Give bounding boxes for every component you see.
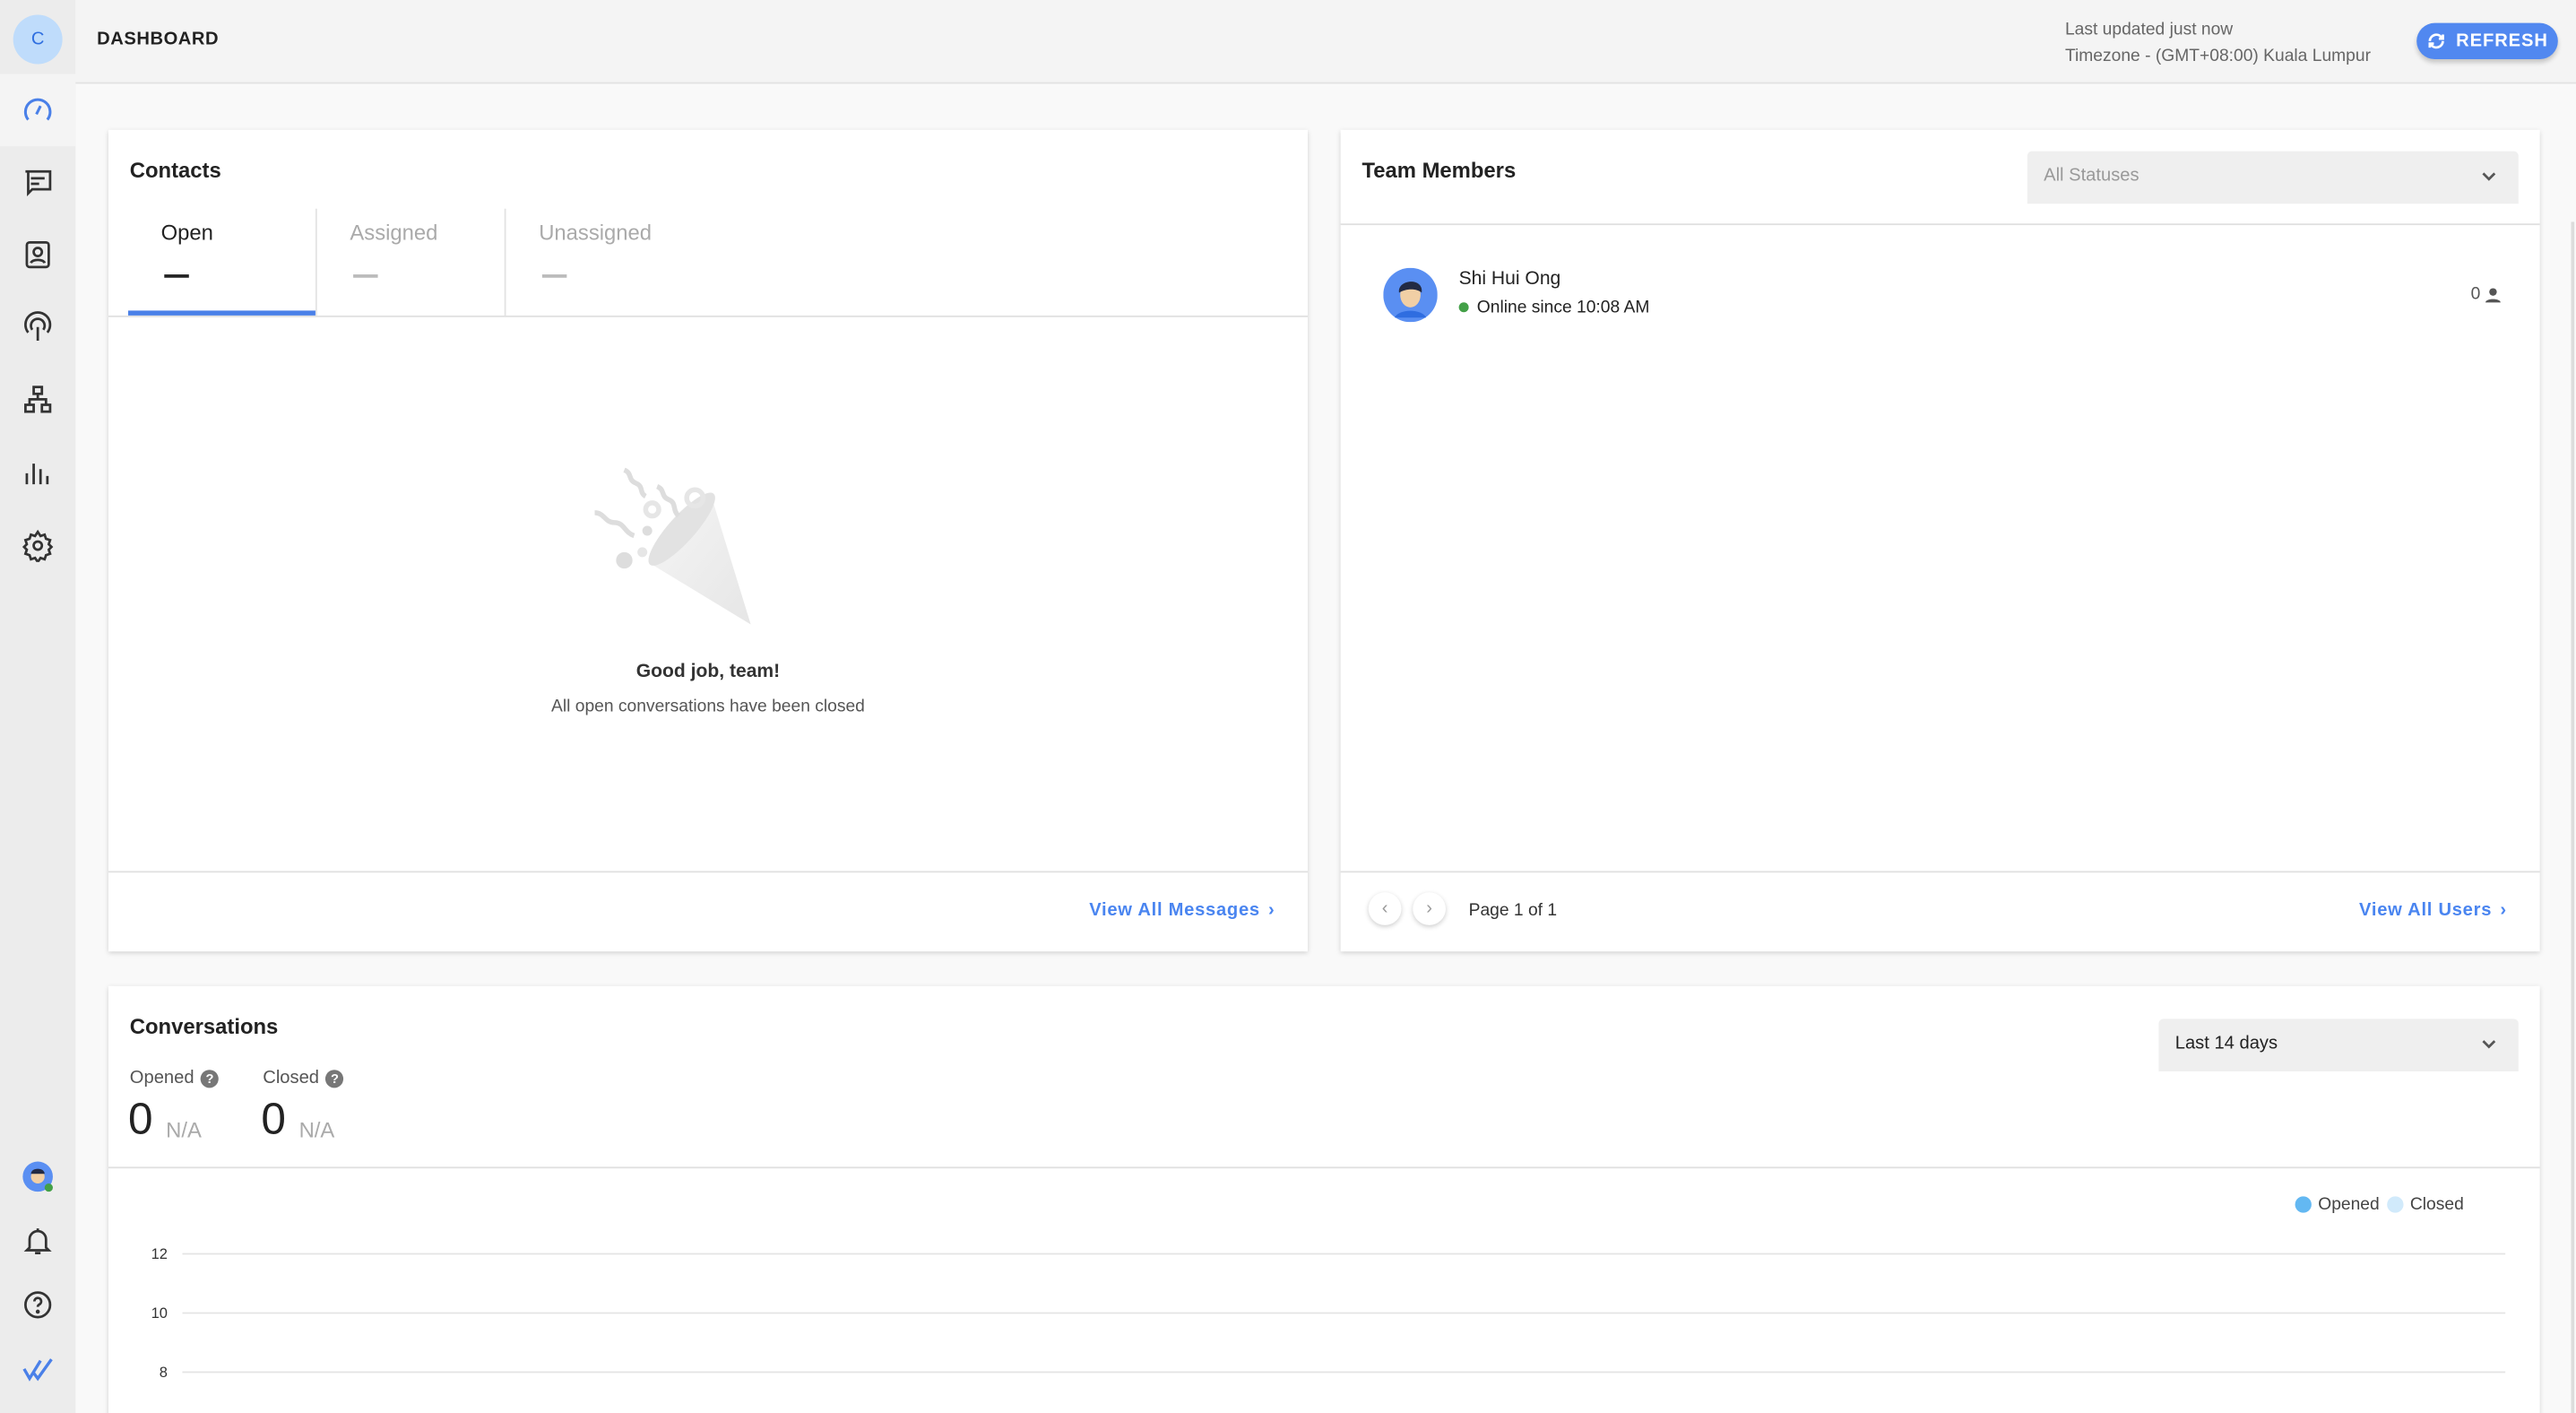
date-range-select[interactable]: Last 14 days: [2158, 1019, 2519, 1072]
workspace-logo[interactable]: C: [13, 14, 63, 65]
tab-unassigned[interactable]: Unassigned: [506, 209, 694, 316]
refresh-label: REFRESH: [2456, 30, 2548, 51]
question-icon[interactable]: ?: [200, 1069, 220, 1088]
legend-label: Opened: [2318, 1194, 2380, 1215]
chevron-left-icon: ‹: [1381, 898, 1388, 919]
last-updated-text: Last updated just now: [2064, 19, 2234, 39]
chevron-right-icon: ›: [1426, 898, 1432, 919]
divider: [108, 871, 1308, 873]
divider: [1340, 871, 2540, 873]
tab-assigned[interactable]: Assigned: [317, 208, 506, 316]
team-member-row[interactable]: Shi Hui Ong Online since 10:08 AM 0: [1341, 261, 2540, 330]
tab-label: Assigned: [350, 220, 438, 246]
contacts-icon[interactable]: [18, 235, 57, 274]
chevron-right-icon: ›: [2500, 900, 2507, 921]
chevron-right-icon: ›: [1268, 900, 1275, 921]
team-members-card: Team Members All Statuses Shi Hui Ong On…: [1340, 129, 2540, 952]
view-all-messages-link[interactable]: View All Messages ›: [1089, 900, 1275, 920]
workflow-icon[interactable]: [18, 379, 57, 419]
closed-stat-label: Closed?: [263, 1068, 344, 1088]
messages-icon[interactable]: [18, 162, 57, 202]
member-status: Online since 10:08 AM: [1458, 297, 1650, 317]
tab-label: Unassigned: [539, 220, 653, 246]
divider: [1340, 223, 2540, 226]
contacts-title: Contacts: [129, 157, 221, 183]
y-tick-label: 10: [151, 1305, 168, 1322]
party-popper-illustration: [594, 467, 751, 625]
timezone-text: Timezone - (GMT+08:00) Kuala Lumpur: [2064, 46, 2371, 66]
update-info: Last updated just now Timezone - (GMT+08…: [2065, 16, 2371, 69]
broadcast-icon[interactable]: [18, 308, 57, 347]
page-title: DASHBOARD: [97, 29, 220, 49]
tab-label: Open: [160, 220, 213, 246]
divider: [108, 1166, 2540, 1169]
status-filter-select[interactable]: All Statuses: [2027, 151, 2519, 204]
opened-stat-label: Opened?: [129, 1068, 220, 1088]
dashboard-icon[interactable]: [18, 91, 57, 130]
empty-text: All open conversations have been closed: [551, 697, 865, 717]
closed-value: 0: [261, 1094, 286, 1144]
y-tick-label: 8: [160, 1365, 168, 1381]
legend-label: Closed: [2409, 1194, 2464, 1215]
prev-page-button[interactable]: ‹: [1368, 892, 1402, 925]
legend-swatch: [2295, 1196, 2312, 1213]
workspace-letter: C: [30, 29, 45, 49]
divider: [108, 315, 1308, 317]
tab-count-placeholder: [164, 274, 189, 278]
tab-open[interactable]: Open: [127, 208, 317, 316]
link-label: View All Messages: [1089, 900, 1260, 921]
page-indicator: Page 1 of 1: [1468, 900, 1558, 921]
top-header: DASHBOARD Last updated just now Timezone…: [75, 0, 2576, 84]
question-icon[interactable]: ?: [325, 1069, 344, 1088]
y-tick-label: 12: [151, 1246, 168, 1262]
user-avatar[interactable]: [18, 1157, 57, 1196]
conversations-chart: 12 10 8: [151, 1246, 2506, 1381]
closed-change: N/A: [298, 1117, 335, 1142]
legend-closed[interactable]: Closed: [2387, 1195, 2464, 1215]
chevron-down-icon: [2482, 172, 2496, 181]
person-icon: [2485, 287, 2501, 302]
member-avatar: [1383, 267, 1438, 323]
assigned-count: 0: [2471, 284, 2503, 304]
reports-icon[interactable]: [18, 454, 57, 493]
legend-swatch: [2387, 1196, 2404, 1213]
refresh-button[interactable]: REFRESH: [2416, 22, 2558, 59]
tab-count-placeholder: [541, 274, 567, 278]
contacts-card: Contacts Open Assigned Unassigned Good j…: [108, 129, 1308, 952]
conversations-card: Conversations Last 14 days Opened? 0 N/A…: [108, 985, 2540, 1413]
opened-value: 0: [127, 1094, 153, 1144]
team-title: Team Members: [1361, 157, 1517, 183]
chevron-down-icon: [2482, 1040, 2496, 1049]
bell-icon[interactable]: [18, 1221, 57, 1261]
status-text: Online since 10:08 AM: [1476, 297, 1650, 317]
member-name: Shi Hui Ong: [1458, 269, 1561, 290]
empty-title: Good job, team!: [635, 662, 781, 682]
count-value: 0: [2470, 284, 2481, 305]
settings-icon[interactable]: [18, 526, 57, 566]
tab-count-placeholder: [353, 274, 378, 278]
select-value: All Statuses: [2044, 166, 2139, 186]
link-label: View All Users: [2359, 900, 2493, 921]
conversations-title: Conversations: [129, 1013, 279, 1039]
legend-opened[interactable]: Opened: [2295, 1195, 2380, 1215]
opened-change: N/A: [166, 1117, 202, 1142]
help-icon[interactable]: [18, 1285, 57, 1324]
label-text: Closed: [263, 1068, 320, 1088]
select-value: Last 14 days: [2174, 1033, 2278, 1053]
view-all-users-link[interactable]: View All Users ›: [2359, 900, 2507, 920]
label-text: Opened: [129, 1068, 194, 1088]
sidebar: C: [0, 0, 76, 1413]
brand-logo-icon: [18, 1349, 57, 1389]
refresh-icon: [2428, 33, 2444, 49]
online-dot-icon: [1458, 302, 1469, 313]
page-scrollbar[interactable]: [2571, 221, 2575, 1413]
next-page-button[interactable]: ›: [1413, 892, 1446, 925]
